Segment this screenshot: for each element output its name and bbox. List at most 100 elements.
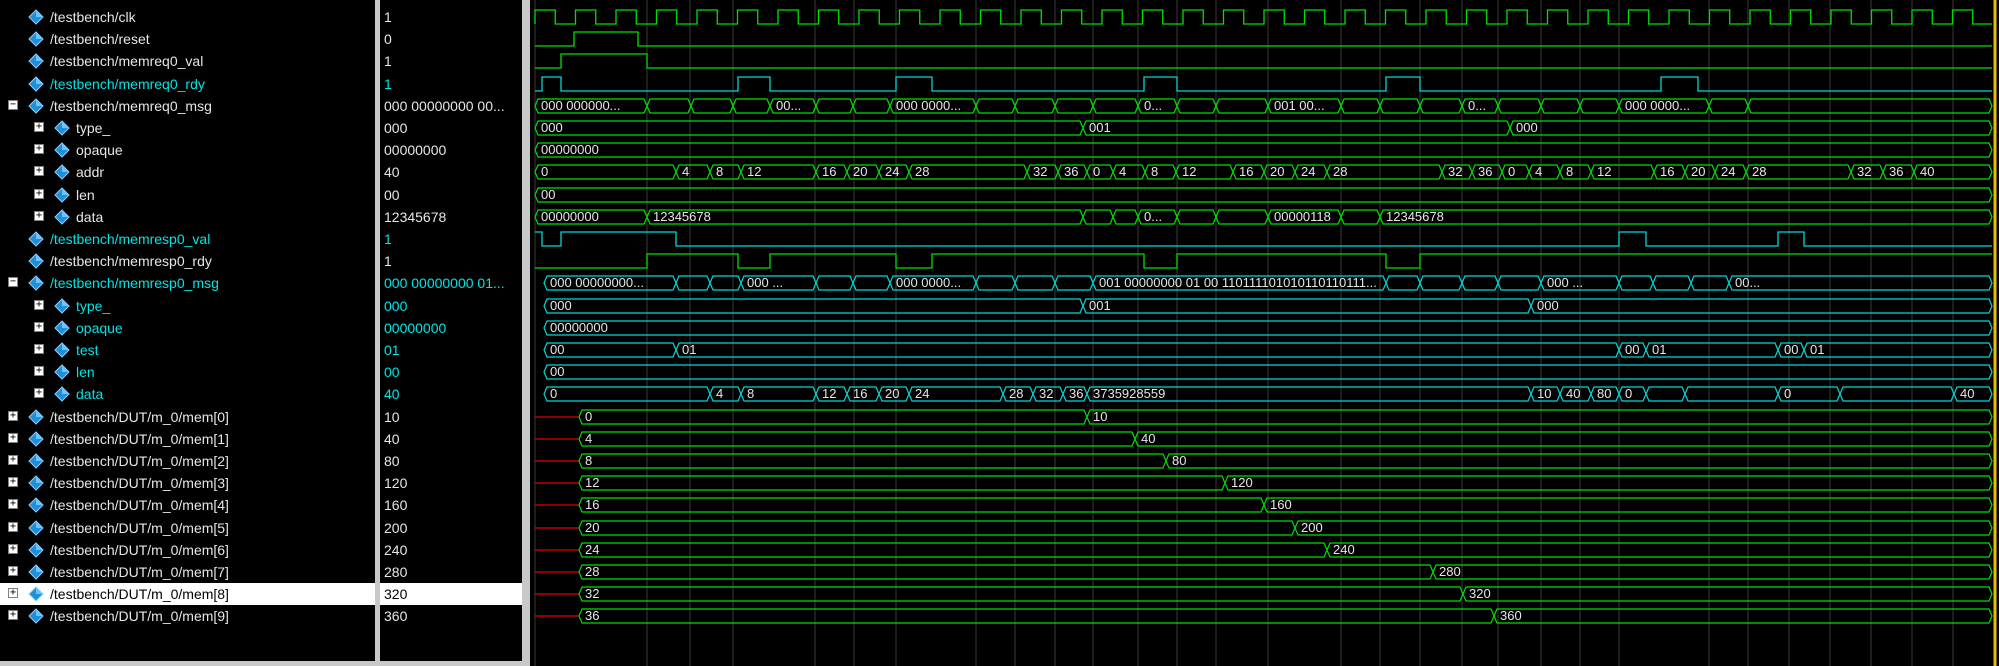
signal-row[interactable]: + opaque bbox=[0, 139, 375, 161]
expand-icon[interactable]: + bbox=[34, 211, 44, 221]
expand-icon[interactable]: + bbox=[34, 322, 44, 332]
bus-segment bbox=[975, 275, 1016, 291]
collapse-icon[interactable]: − bbox=[8, 277, 18, 287]
signal-value: 1 bbox=[384, 9, 392, 25]
signal-row[interactable]: + type_ bbox=[0, 295, 375, 317]
expand-icon[interactable]: + bbox=[8, 499, 18, 509]
bus-value-label: 20 bbox=[885, 386, 899, 401]
expand-icon[interactable]: + bbox=[8, 411, 18, 421]
signal-value-row[interactable]: 240 bbox=[380, 539, 522, 561]
signal-row[interactable]: + len bbox=[0, 361, 375, 383]
bus-value-label: 200 bbox=[1301, 520, 1323, 535]
signal-value-row[interactable]: 280 bbox=[380, 561, 522, 583]
signal-row[interactable]: + /testbench/DUT/m_0/mem[0] bbox=[0, 406, 375, 428]
signal-row[interactable]: + /testbench/DUT/m_0/mem[5] bbox=[0, 517, 375, 539]
signal-value-row[interactable]: 1 bbox=[380, 73, 522, 95]
signal-row[interactable]: /testbench/memresp0_val bbox=[0, 228, 375, 250]
signal-row[interactable]: + /testbench/DUT/m_0/mem[8] bbox=[0, 583, 375, 605]
bus-segment bbox=[1054, 275, 1094, 291]
bus-value-label: 00000118 bbox=[1274, 209, 1331, 224]
signal-value-row[interactable]: 000 bbox=[380, 117, 522, 139]
signal-row[interactable]: + len bbox=[0, 184, 375, 206]
signal-row[interactable]: + addr bbox=[0, 161, 375, 183]
waveform-pane[interactable]: 000 000000... 00... 000 0000... 0... 001 00.… bbox=[530, 0, 1999, 666]
waveform-canvas[interactable]: 000 000000... 00... 000 0000... 0... 001 00.… bbox=[530, 0, 1999, 666]
signal-row[interactable]: + /testbench/DUT/m_0/mem[1] bbox=[0, 428, 375, 450]
signal-row[interactable]: − /testbench/memreq0_msg bbox=[0, 95, 375, 117]
signal-value-row[interactable]: 000 bbox=[380, 295, 522, 317]
bus-value-label: 8 bbox=[716, 164, 723, 179]
signal-value-row[interactable]: 320 bbox=[380, 583, 522, 605]
signal-value-row[interactable]: 40 bbox=[380, 383, 522, 405]
bus-value-label: 00000000 bbox=[541, 209, 599, 224]
signal-value: 200 bbox=[384, 520, 408, 536]
signal-value-row[interactable]: 00 bbox=[380, 361, 522, 383]
signal-row[interactable]: + /testbench/DUT/m_0/mem[7] bbox=[0, 561, 375, 583]
signal-value-row[interactable]: 40 bbox=[380, 428, 522, 450]
signal-value-row[interactable]: 12345678 bbox=[380, 206, 522, 228]
signal-row[interactable]: + /testbench/DUT/m_0/mem[4] bbox=[0, 494, 375, 516]
expand-icon[interactable]: + bbox=[34, 166, 44, 176]
signal-value-row[interactable]: 01 bbox=[380, 339, 522, 361]
signal-value-row[interactable]: 1 bbox=[380, 50, 522, 72]
signal-value-row[interactable]: 000 00000000 00... bbox=[380, 95, 522, 117]
signal-value-row[interactable]: 00000000 bbox=[380, 317, 522, 339]
expand-icon[interactable]: + bbox=[8, 522, 18, 532]
expand-icon[interactable]: + bbox=[34, 388, 44, 398]
signal-row[interactable]: + data bbox=[0, 206, 375, 228]
expand-icon[interactable]: + bbox=[34, 344, 44, 354]
signal-value-row[interactable]: 120 bbox=[380, 472, 522, 494]
signal-name: /testbench/reset bbox=[50, 31, 150, 47]
expand-icon[interactable]: + bbox=[34, 300, 44, 310]
signal-value-row[interactable]: 000 00000000 01... bbox=[380, 272, 522, 294]
signal-row[interactable]: /testbench/memreq0_val bbox=[0, 50, 375, 72]
expand-icon[interactable]: + bbox=[8, 477, 18, 487]
signal-value-row[interactable]: 1 bbox=[380, 6, 522, 28]
pane-splitter[interactable] bbox=[522, 0, 530, 666]
signal-row[interactable]: + /testbench/DUT/m_0/mem[9] bbox=[0, 605, 375, 627]
signal-row[interactable]: + data bbox=[0, 383, 375, 405]
signal-row[interactable]: /testbench/memresp0_rdy bbox=[0, 250, 375, 272]
expand-icon[interactable]: + bbox=[8, 544, 18, 554]
signal-value-row[interactable]: 0 bbox=[380, 28, 522, 50]
signal-row[interactable]: + /testbench/DUT/m_0/mem[3] bbox=[0, 472, 375, 494]
signal-row[interactable]: + test bbox=[0, 339, 375, 361]
signal-value-row[interactable]: 160 bbox=[380, 494, 522, 516]
horizontal-scrollbar[interactable] bbox=[0, 661, 522, 666]
bus-value-label: 36 bbox=[1478, 164, 1492, 179]
signal-row[interactable]: + type_ bbox=[0, 117, 375, 139]
bus-segment bbox=[1497, 275, 1542, 291]
signal-row[interactable]: /testbench/clk bbox=[0, 6, 375, 28]
signal-value-row[interactable]: 00000000 bbox=[380, 139, 522, 161]
signal-row[interactable]: /testbench/reset bbox=[0, 28, 375, 50]
signal-value-row[interactable]: 360 bbox=[380, 605, 522, 627]
signal-value-row[interactable]: 200 bbox=[380, 517, 522, 539]
signal-value-row[interactable]: 1 bbox=[380, 228, 522, 250]
expand-icon[interactable]: + bbox=[34, 189, 44, 199]
bus-segment bbox=[1082, 298, 1532, 314]
expand-icon[interactable]: + bbox=[34, 122, 44, 132]
signal-value-row[interactable]: 00 bbox=[380, 184, 522, 206]
signal-row[interactable]: + opaque bbox=[0, 317, 375, 339]
expand-icon[interactable]: + bbox=[34, 366, 44, 376]
signal-row[interactable]: + /testbench/DUT/m_0/mem[6] bbox=[0, 539, 375, 561]
expand-icon[interactable]: + bbox=[8, 455, 18, 465]
expand-icon[interactable]: + bbox=[34, 144, 44, 154]
bus-segment bbox=[578, 542, 1328, 558]
bus-segment bbox=[1340, 98, 1381, 114]
signal-value-row[interactable]: 80 bbox=[380, 450, 522, 472]
signal-row[interactable]: /testbench/memreq0_rdy bbox=[0, 73, 375, 95]
signal-row[interactable]: − /testbench/memresp0_msg bbox=[0, 272, 375, 294]
bus-value-label: 32 bbox=[1857, 164, 1871, 179]
expand-icon[interactable]: + bbox=[8, 433, 18, 443]
signal-value-row[interactable]: 40 bbox=[380, 161, 522, 183]
signal-value-row[interactable]: 10 bbox=[380, 406, 522, 428]
signal-value-row[interactable]: 1 bbox=[380, 250, 522, 272]
signal-row[interactable]: + /testbench/DUT/m_0/mem[2] bbox=[0, 450, 375, 472]
expand-icon[interactable]: + bbox=[8, 566, 18, 576]
signal-name: /testbench/DUT/m_0/mem[5] bbox=[50, 520, 229, 536]
collapse-icon[interactable]: − bbox=[8, 100, 18, 110]
expand-icon[interactable]: + bbox=[8, 610, 18, 620]
signal-diamond-icon bbox=[54, 298, 70, 314]
expand-icon[interactable]: + bbox=[8, 588, 18, 598]
